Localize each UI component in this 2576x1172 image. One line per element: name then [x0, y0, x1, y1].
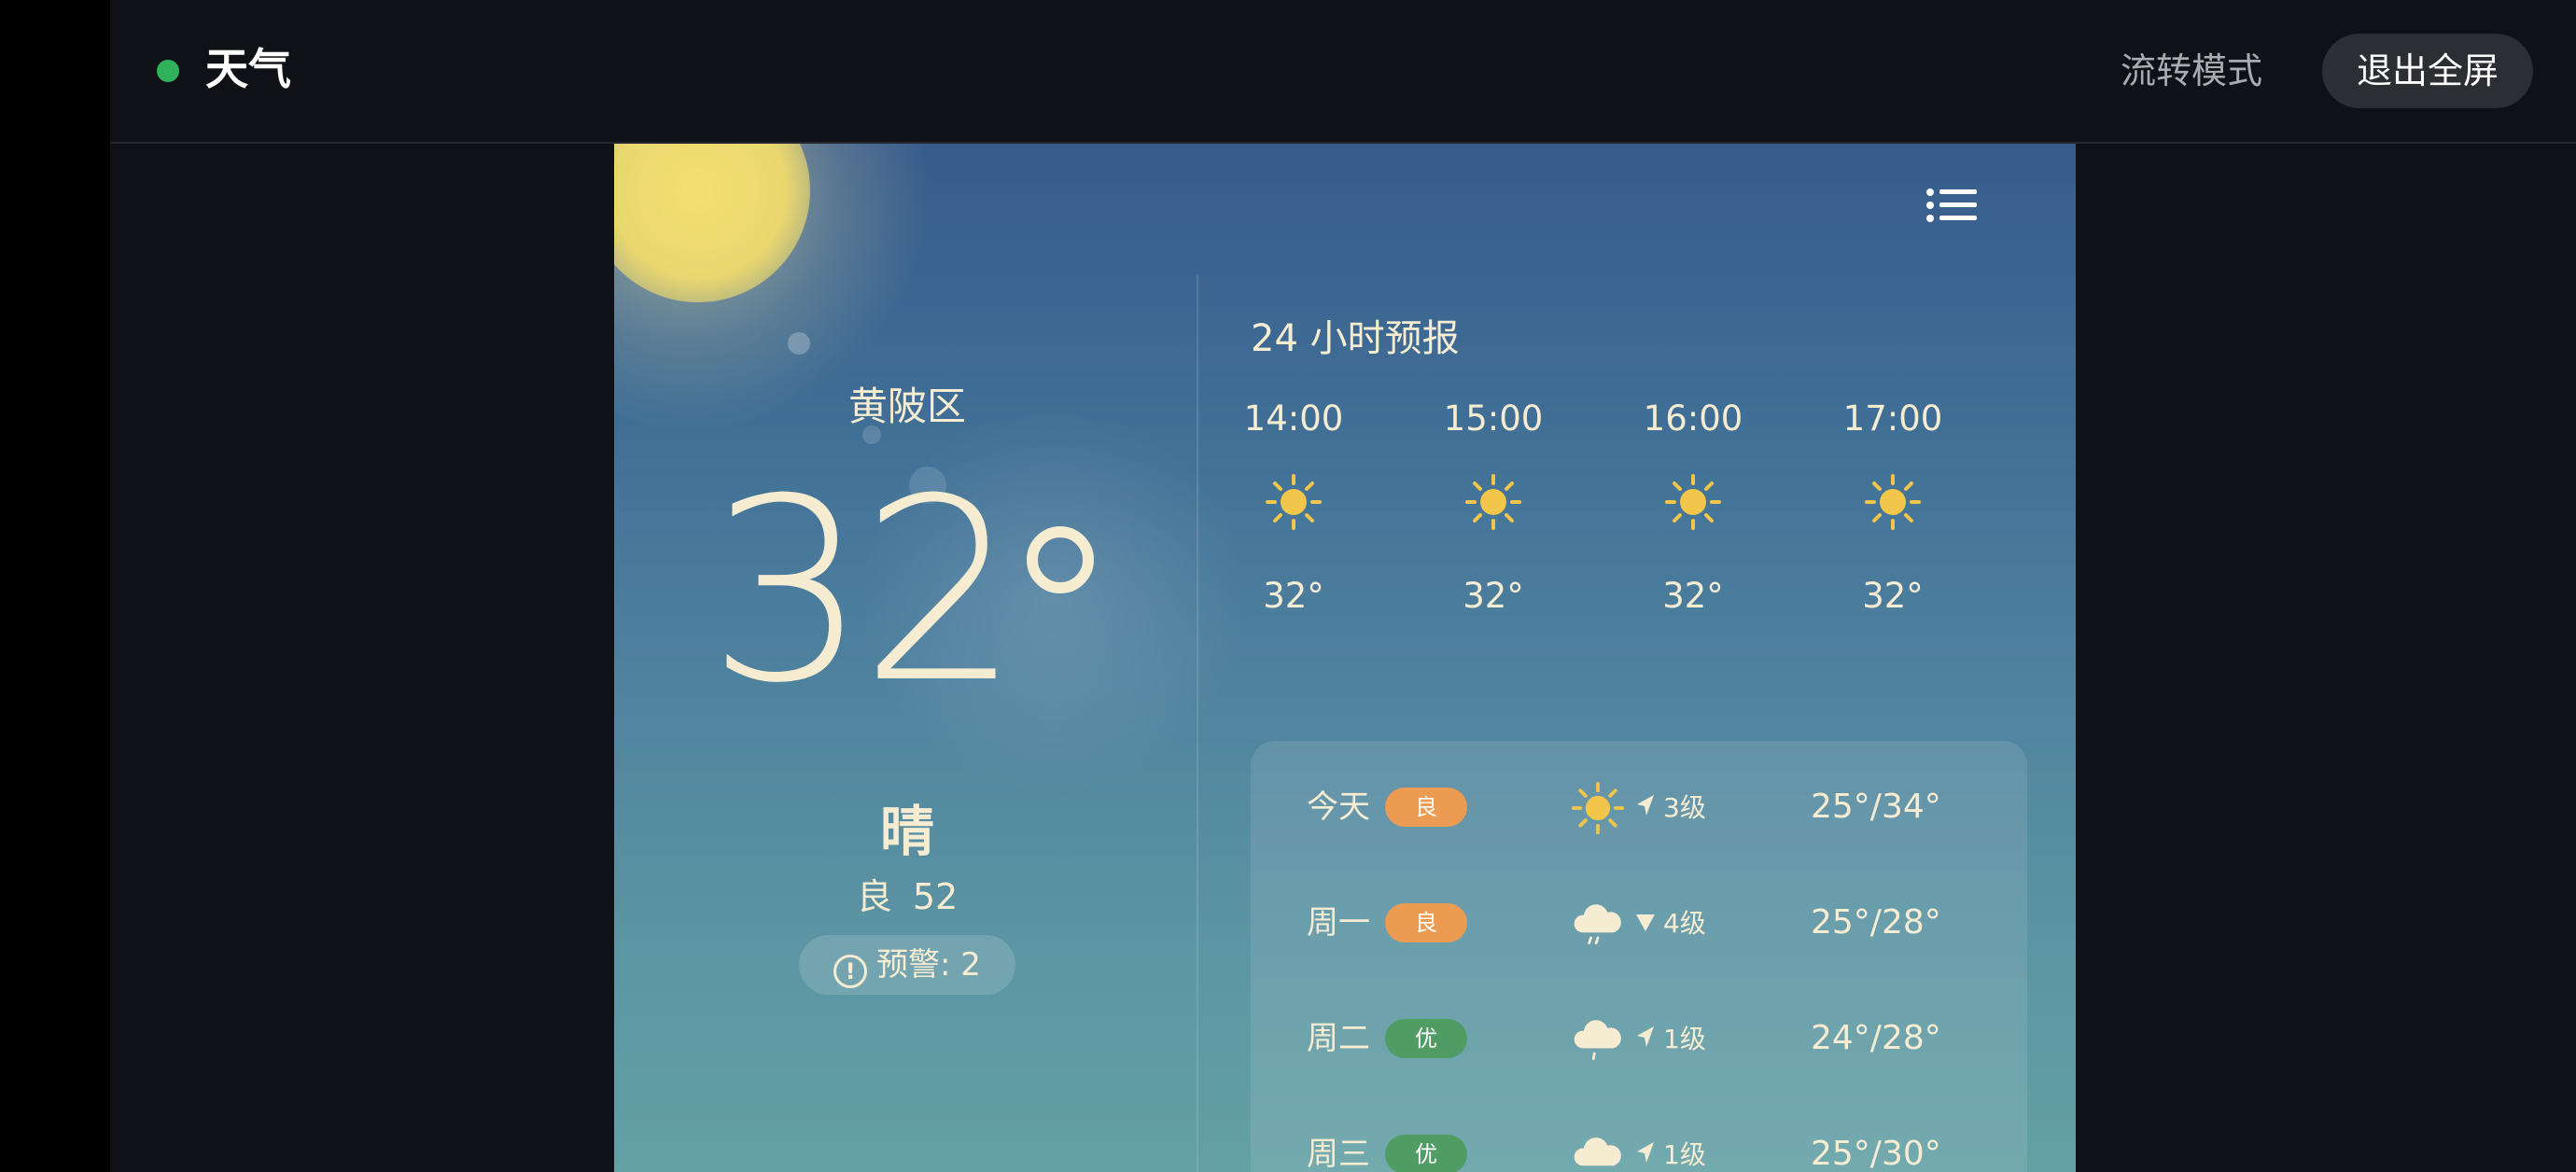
temperature-range: 25°/34°	[1811, 788, 1941, 826]
app-title: 天气	[205, 44, 291, 94]
current-weather: 黄陂区 32 晴 良 52 ! 预警: 2	[614, 144, 1200, 1172]
hour-temperature: 32°	[1662, 576, 1724, 616]
cloud-drizzle-icon	[1574, 1020, 1621, 1061]
wind-level: 4级	[1663, 908, 1706, 939]
daily-forecast-panel: 今天 良 3级 25°/34° 周一 良 4级 25°/28° 周二 优 1级 …	[1251, 741, 2027, 1172]
alert-icon: !	[833, 955, 868, 988]
daily-row[interactable]: 今天 良 3级 25°/34°	[1251, 774, 2027, 840]
hour-time: 17:00	[1842, 398, 1943, 439]
weather-condition: 晴	[879, 800, 934, 863]
current-temperature: 32	[707, 444, 1021, 738]
daily-row[interactable]: 周三 优 1级 25°/30°	[1251, 1122, 2027, 1172]
hourly-forecast-title: 24 小时预报	[1251, 317, 1460, 360]
aqi-label: 良	[856, 876, 892, 917]
temperature-range: 24°/28°	[1811, 1019, 1941, 1057]
aqi-badge: 优	[1385, 1019, 1467, 1058]
sun-icon	[1266, 474, 1322, 530]
menu-list-icon[interactable]	[1925, 185, 1981, 233]
hour-temperature: 32°	[1862, 576, 1924, 616]
aqi-badge: 优	[1385, 1135, 1467, 1172]
hourly-item[interactable]: 14:00 32°	[1228, 396, 1359, 620]
temperature-range: 25°/30°	[1811, 1135, 1941, 1172]
daily-row[interactable]: 周二 优 1级 24°/28°	[1251, 1006, 2027, 1071]
air-quality[interactable]: 良 52	[614, 868, 1200, 919]
column-divider	[1197, 274, 1198, 1172]
flow-mode-button[interactable]: 流转模式	[2121, 45, 2262, 97]
wind-level: 1级	[1663, 1139, 1706, 1170]
left-edge-bar	[0, 0, 110, 1172]
wind-level: 3级	[1663, 792, 1706, 823]
sun-icon	[1465, 474, 1521, 530]
degree-symbol	[1027, 526, 1094, 593]
wind-level: 1级	[1663, 1024, 1706, 1054]
weather-window: 黄陂区 32 晴 良 52 ! 预警: 2 24 小时预报 14:00 32° 15…	[614, 144, 2076, 1172]
aqi-badge: 良	[1385, 903, 1467, 942]
wind-direction-icon	[1637, 1142, 1654, 1163]
day-name: 周二	[1307, 1020, 1370, 1057]
location-name[interactable]: 黄陂区	[614, 375, 1200, 432]
sun-icon	[1571, 781, 1625, 835]
wind-direction-icon	[1637, 795, 1654, 816]
temperature-range: 25°/28°	[1811, 903, 1941, 942]
hourly-item[interactable]: 17:00 32°	[1827, 396, 1958, 620]
wind-direction-icon	[1636, 914, 1655, 931]
day-name: 周三	[1307, 1136, 1370, 1172]
day-name: 今天	[1307, 788, 1370, 826]
sun-icon	[1865, 474, 1921, 530]
sun-icon	[1665, 474, 1721, 530]
hour-temperature: 32°	[1263, 576, 1324, 616]
hourly-item[interactable]: 15:00 32°	[1428, 396, 1559, 620]
cloud-icon	[1574, 1137, 1621, 1166]
warning-text: 预警: 2	[876, 946, 981, 984]
day-name: 周一	[1307, 904, 1370, 942]
hour-time: 14:00	[1243, 398, 1344, 439]
warning-button[interactable]: ! 预警: 2	[799, 935, 1015, 995]
rain-cloud-icon	[1574, 904, 1621, 945]
exit-fullscreen-button[interactable]: 退出全屏	[2322, 34, 2533, 108]
daily-row[interactable]: 周一 良 4级 25°/28°	[1251, 890, 2027, 956]
wind-direction-icon	[1637, 1026, 1654, 1047]
top-bar: 天气 流转模式 退出全屏	[110, 0, 2576, 144]
hour-temperature: 32°	[1463, 576, 1524, 616]
status-dot	[157, 60, 179, 82]
hour-time: 16:00	[1643, 398, 1743, 439]
aqi-badge: 良	[1385, 788, 1467, 827]
hour-time: 15:00	[1443, 398, 1544, 439]
aqi-value: 52	[912, 876, 959, 917]
hourly-item[interactable]: 16:00 32°	[1628, 396, 1758, 620]
